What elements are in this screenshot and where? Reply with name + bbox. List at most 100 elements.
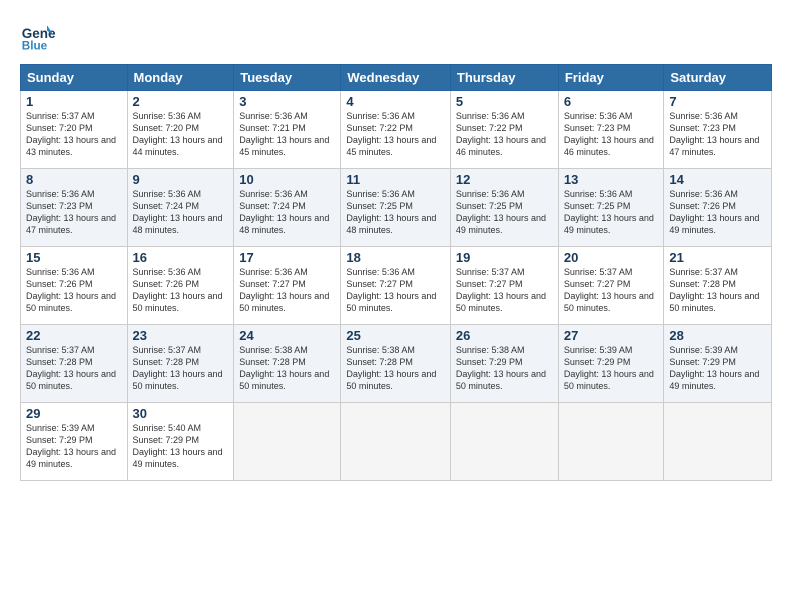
calendar-cell <box>341 403 451 481</box>
day-info: Sunrise: 5:38 AMSunset: 7:28 PMDaylight:… <box>239 344 335 393</box>
day-info: Sunrise: 5:36 AMSunset: 7:25 PMDaylight:… <box>456 188 553 237</box>
calendar-cell <box>450 403 558 481</box>
col-header-thursday: Thursday <box>450 65 558 91</box>
calendar-cell: 25Sunrise: 5:38 AMSunset: 7:28 PMDayligh… <box>341 325 451 403</box>
calendar-cell: 24Sunrise: 5:38 AMSunset: 7:28 PMDayligh… <box>234 325 341 403</box>
calendar-cell: 29Sunrise: 5:39 AMSunset: 7:29 PMDayligh… <box>21 403 128 481</box>
day-number: 13 <box>564 172 659 187</box>
day-number: 30 <box>133 406 229 421</box>
day-number: 28 <box>669 328 766 343</box>
day-number: 17 <box>239 250 335 265</box>
calendar-cell: 1Sunrise: 5:37 AMSunset: 7:20 PMDaylight… <box>21 91 128 169</box>
svg-text:Blue: Blue <box>22 40 48 53</box>
day-info: Sunrise: 5:39 AMSunset: 7:29 PMDaylight:… <box>669 344 766 393</box>
day-number: 6 <box>564 94 659 109</box>
col-header-tuesday: Tuesday <box>234 65 341 91</box>
day-number: 23 <box>133 328 229 343</box>
day-info: Sunrise: 5:37 AMSunset: 7:28 PMDaylight:… <box>26 344 122 393</box>
day-number: 15 <box>26 250 122 265</box>
calendar-cell: 22Sunrise: 5:37 AMSunset: 7:28 PMDayligh… <box>21 325 128 403</box>
calendar-cell: 4Sunrise: 5:36 AMSunset: 7:22 PMDaylight… <box>341 91 451 169</box>
calendar-cell: 20Sunrise: 5:37 AMSunset: 7:27 PMDayligh… <box>558 247 664 325</box>
calendar-cell: 2Sunrise: 5:36 AMSunset: 7:20 PMDaylight… <box>127 91 234 169</box>
calendar-table: SundayMondayTuesdayWednesdayThursdayFrid… <box>20 64 772 481</box>
day-info: Sunrise: 5:36 AMSunset: 7:27 PMDaylight:… <box>346 266 445 315</box>
day-info: Sunrise: 5:36 AMSunset: 7:22 PMDaylight:… <box>346 110 445 159</box>
day-info: Sunrise: 5:36 AMSunset: 7:27 PMDaylight:… <box>239 266 335 315</box>
calendar-cell: 30Sunrise: 5:40 AMSunset: 7:29 PMDayligh… <box>127 403 234 481</box>
day-number: 1 <box>26 94 122 109</box>
day-info: Sunrise: 5:36 AMSunset: 7:24 PMDaylight:… <box>239 188 335 237</box>
calendar-cell <box>664 403 772 481</box>
day-number: 10 <box>239 172 335 187</box>
calendar-cell: 7Sunrise: 5:36 AMSunset: 7:23 PMDaylight… <box>664 91 772 169</box>
day-number: 26 <box>456 328 553 343</box>
logo: General Blue <box>20 18 56 54</box>
calendar-cell: 15Sunrise: 5:36 AMSunset: 7:26 PMDayligh… <box>21 247 128 325</box>
day-info: Sunrise: 5:36 AMSunset: 7:26 PMDaylight:… <box>133 266 229 315</box>
col-header-friday: Friday <box>558 65 664 91</box>
day-info: Sunrise: 5:38 AMSunset: 7:28 PMDaylight:… <box>346 344 445 393</box>
day-number: 5 <box>456 94 553 109</box>
day-info: Sunrise: 5:36 AMSunset: 7:25 PMDaylight:… <box>346 188 445 237</box>
day-number: 7 <box>669 94 766 109</box>
day-info: Sunrise: 5:36 AMSunset: 7:20 PMDaylight:… <box>133 110 229 159</box>
calendar-cell <box>558 403 664 481</box>
day-number: 27 <box>564 328 659 343</box>
calendar-cell: 28Sunrise: 5:39 AMSunset: 7:29 PMDayligh… <box>664 325 772 403</box>
calendar-cell: 14Sunrise: 5:36 AMSunset: 7:26 PMDayligh… <box>664 169 772 247</box>
calendar-cell: 23Sunrise: 5:37 AMSunset: 7:28 PMDayligh… <box>127 325 234 403</box>
day-info: Sunrise: 5:40 AMSunset: 7:29 PMDaylight:… <box>133 422 229 471</box>
col-header-monday: Monday <box>127 65 234 91</box>
day-info: Sunrise: 5:36 AMSunset: 7:26 PMDaylight:… <box>26 266 122 315</box>
day-number: 20 <box>564 250 659 265</box>
calendar-cell: 19Sunrise: 5:37 AMSunset: 7:27 PMDayligh… <box>450 247 558 325</box>
day-info: Sunrise: 5:37 AMSunset: 7:28 PMDaylight:… <box>669 266 766 315</box>
day-number: 19 <box>456 250 553 265</box>
calendar-cell: 18Sunrise: 5:36 AMSunset: 7:27 PMDayligh… <box>341 247 451 325</box>
day-info: Sunrise: 5:37 AMSunset: 7:28 PMDaylight:… <box>133 344 229 393</box>
calendar-cell: 16Sunrise: 5:36 AMSunset: 7:26 PMDayligh… <box>127 247 234 325</box>
day-number: 18 <box>346 250 445 265</box>
day-number: 22 <box>26 328 122 343</box>
col-header-saturday: Saturday <box>664 65 772 91</box>
day-number: 4 <box>346 94 445 109</box>
calendar-week-1: 1Sunrise: 5:37 AMSunset: 7:20 PMDaylight… <box>21 91 772 169</box>
day-info: Sunrise: 5:39 AMSunset: 7:29 PMDaylight:… <box>564 344 659 393</box>
day-number: 16 <box>133 250 229 265</box>
calendar-cell: 12Sunrise: 5:36 AMSunset: 7:25 PMDayligh… <box>450 169 558 247</box>
calendar-cell: 27Sunrise: 5:39 AMSunset: 7:29 PMDayligh… <box>558 325 664 403</box>
logo-icon: General Blue <box>20 18 56 54</box>
day-number: 24 <box>239 328 335 343</box>
day-number: 14 <box>669 172 766 187</box>
calendar-cell: 17Sunrise: 5:36 AMSunset: 7:27 PMDayligh… <box>234 247 341 325</box>
day-info: Sunrise: 5:37 AMSunset: 7:27 PMDaylight:… <box>564 266 659 315</box>
page-header: General Blue <box>20 18 772 54</box>
calendar-cell: 8Sunrise: 5:36 AMSunset: 7:23 PMDaylight… <box>21 169 128 247</box>
calendar-cell: 21Sunrise: 5:37 AMSunset: 7:28 PMDayligh… <box>664 247 772 325</box>
day-number: 29 <box>26 406 122 421</box>
calendar-header-row: SundayMondayTuesdayWednesdayThursdayFrid… <box>21 65 772 91</box>
day-number: 8 <box>26 172 122 187</box>
day-info: Sunrise: 5:36 AMSunset: 7:22 PMDaylight:… <box>456 110 553 159</box>
calendar-week-3: 15Sunrise: 5:36 AMSunset: 7:26 PMDayligh… <box>21 247 772 325</box>
day-info: Sunrise: 5:36 AMSunset: 7:23 PMDaylight:… <box>669 110 766 159</box>
col-header-wednesday: Wednesday <box>341 65 451 91</box>
calendar-week-2: 8Sunrise: 5:36 AMSunset: 7:23 PMDaylight… <box>21 169 772 247</box>
day-number: 9 <box>133 172 229 187</box>
calendar-cell: 5Sunrise: 5:36 AMSunset: 7:22 PMDaylight… <box>450 91 558 169</box>
day-number: 11 <box>346 172 445 187</box>
day-info: Sunrise: 5:39 AMSunset: 7:29 PMDaylight:… <box>26 422 122 471</box>
calendar-week-5: 29Sunrise: 5:39 AMSunset: 7:29 PMDayligh… <box>21 403 772 481</box>
day-info: Sunrise: 5:36 AMSunset: 7:26 PMDaylight:… <box>669 188 766 237</box>
day-info: Sunrise: 5:36 AMSunset: 7:21 PMDaylight:… <box>239 110 335 159</box>
calendar-cell: 13Sunrise: 5:36 AMSunset: 7:25 PMDayligh… <box>558 169 664 247</box>
calendar-cell: 3Sunrise: 5:36 AMSunset: 7:21 PMDaylight… <box>234 91 341 169</box>
col-header-sunday: Sunday <box>21 65 128 91</box>
calendar-cell: 11Sunrise: 5:36 AMSunset: 7:25 PMDayligh… <box>341 169 451 247</box>
day-info: Sunrise: 5:36 AMSunset: 7:23 PMDaylight:… <box>564 110 659 159</box>
day-number: 12 <box>456 172 553 187</box>
day-number: 21 <box>669 250 766 265</box>
calendar-cell: 10Sunrise: 5:36 AMSunset: 7:24 PMDayligh… <box>234 169 341 247</box>
calendar-cell: 26Sunrise: 5:38 AMSunset: 7:29 PMDayligh… <box>450 325 558 403</box>
